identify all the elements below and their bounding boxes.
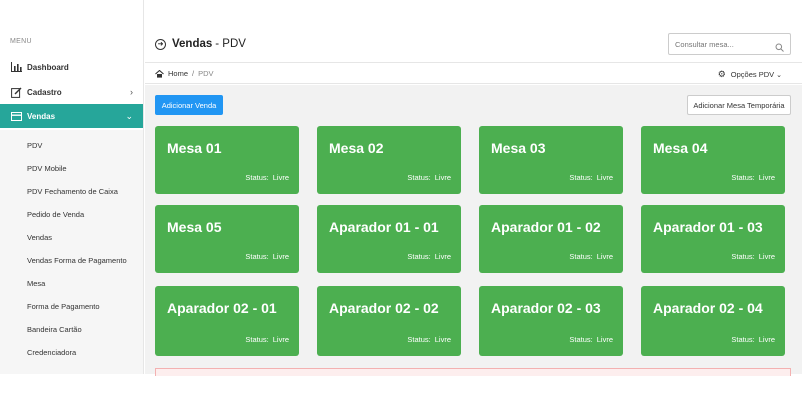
table-name: Mesa 01 (167, 140, 222, 156)
submenu-item-pdv[interactable]: PDV (27, 141, 42, 150)
page-title-bold: Vendas (172, 38, 213, 50)
table-card-aparador-02-02[interactable]: Aparador 02 - 02 Status: Livre (317, 286, 461, 356)
table-card-aparador-01-03[interactable]: Aparador 01 - 03 Status: Livre (641, 205, 785, 273)
sidebar-item-cadastro[interactable]: Cadastro › (0, 80, 143, 104)
arrow-circle-right-icon: ➜ (155, 38, 166, 50)
table-status: Status: Livre (731, 173, 775, 182)
submenu-item-pdv-mobile[interactable]: PDV Mobile (27, 164, 67, 173)
breadcrumb-separator: / (192, 69, 195, 78)
table-name: Aparador 02 - 01 (167, 300, 277, 316)
table-status: Status: Livre (569, 252, 613, 261)
breadcrumb-current: PDV (198, 69, 214, 78)
add-temporary-table-button[interactable]: Adicionar Mesa Temporária (687, 95, 791, 115)
submenu-item-vendas-forma-pagamento[interactable]: Vendas Forma de Pagamento (27, 256, 127, 265)
table-name: Mesa 02 (329, 140, 384, 156)
table-card-mesa-04[interactable]: Mesa 04 Status: Livre (641, 126, 785, 194)
table-status: Status: Livre (731, 252, 775, 261)
table-status: Status: Livre (569, 335, 613, 344)
table-card-mesa-05[interactable]: Mesa 05 Status: Livre (155, 205, 299, 273)
search-input[interactable] (669, 34, 769, 55)
bar-chart-icon (10, 61, 22, 73)
table-card-mesa-01[interactable]: Mesa 01 Status: Livre (155, 126, 299, 194)
table-status: Status: Livre (245, 252, 289, 261)
main-content: Adicionar Venda Adicionar Mesa Temporári… (145, 85, 802, 376)
submenu-item-pdv-fechamento-caixa[interactable]: PDV Fechamento de Caixa (27, 187, 118, 196)
sidebar-item-label: Dashboard (27, 62, 69, 72)
submenu-item-vendas[interactable]: Vendas (27, 233, 52, 242)
search-icon[interactable] (775, 39, 784, 57)
table-card-mesa-02[interactable]: Mesa 02 Status: Livre (317, 126, 461, 194)
sidebar-item-label: Cadastro (27, 87, 62, 97)
sidebar-item-label: Vendas (27, 111, 56, 121)
table-name: Aparador 01 - 03 (653, 219, 763, 235)
page-header: ➜ Vendas - PDV (145, 25, 802, 63)
alert-panel (155, 368, 791, 376)
table-status: Status: Livre (245, 335, 289, 344)
pdv-options-dropdown[interactable]: ⚙ Opções PDV ⌄ (718, 69, 782, 80)
add-sale-button[interactable]: Adicionar Venda (155, 95, 223, 115)
table-status: Status: Livre (731, 335, 775, 344)
chevron-down-icon: ⌄ (776, 71, 782, 79)
chevron-down-icon: ⌄ (125, 110, 133, 121)
table-status: Status: Livre (245, 173, 289, 182)
table-name: Mesa 03 (491, 140, 546, 156)
table-card-aparador-01-01[interactable]: Aparador 01 - 01 Status: Livre (317, 205, 461, 273)
table-name: Aparador 01 - 01 (329, 219, 439, 235)
submenu-item-bandeira-cartao[interactable]: Bandeira Cartão (27, 325, 82, 334)
chevron-right-icon: › (130, 87, 133, 97)
table-status: Status: Livre (407, 173, 451, 182)
table-card-aparador-01-02[interactable]: Aparador 01 - 02 Status: Livre (479, 205, 623, 273)
sidebar: MENU Dashboard Cadastro › Vendas ⌄ PDV P… (0, 0, 144, 374)
submenu-item-mesa[interactable]: Mesa (27, 279, 45, 288)
table-name: Mesa 04 (653, 140, 708, 156)
sidebar-item-dashboard[interactable]: Dashboard (0, 55, 143, 79)
gear-icon: ⚙ (717, 69, 726, 79)
submenu-item-pedido-venda[interactable]: Pedido de Venda (27, 210, 84, 219)
table-name: Aparador 02 - 03 (491, 300, 601, 316)
table-card-aparador-02-01[interactable]: Aparador 02 - 01 Status: Livre (155, 286, 299, 356)
table-card-mesa-03[interactable]: Mesa 03 Status: Livre (479, 126, 623, 194)
home-icon (155, 69, 164, 78)
sidebar-item-vendas[interactable]: Vendas ⌄ (0, 104, 143, 128)
table-name: Aparador 02 - 02 (329, 300, 439, 316)
table-card-aparador-02-03[interactable]: Aparador 02 - 03 Status: Livre (479, 286, 623, 356)
table-card-aparador-02-04[interactable]: Aparador 02 - 04 Status: Livre (641, 286, 785, 356)
submenu-item-credenciadora[interactable]: Credenciadora (27, 348, 76, 357)
table-name: Mesa 05 (167, 219, 222, 235)
breadcrumb-bar: Home / PDV ⚙ Opções PDV ⌄ (145, 64, 802, 84)
edit-icon (10, 86, 22, 98)
page-title: ➜ Vendas - PDV (155, 38, 246, 50)
search-box (668, 33, 791, 55)
table-name: Aparador 01 - 02 (491, 219, 601, 235)
pdv-options-label: Opções PDV (730, 70, 775, 79)
breadcrumb: Home / PDV (155, 69, 214, 78)
table-status: Status: Livre (407, 335, 451, 344)
table-status: Status: Livre (569, 173, 613, 182)
credit-card-icon (10, 110, 22, 122)
submenu-item-forma-pagamento[interactable]: Forma de Pagamento (27, 302, 100, 311)
menu-label: MENU (10, 38, 32, 45)
vendas-submenu: PDV PDV Mobile PDV Fechamento de Caixa P… (0, 130, 143, 374)
table-name: Aparador 02 - 04 (653, 300, 763, 316)
page-title-rest: - PDV (215, 38, 246, 50)
table-status: Status: Livre (407, 252, 451, 261)
breadcrumb-home[interactable]: Home (168, 69, 188, 78)
